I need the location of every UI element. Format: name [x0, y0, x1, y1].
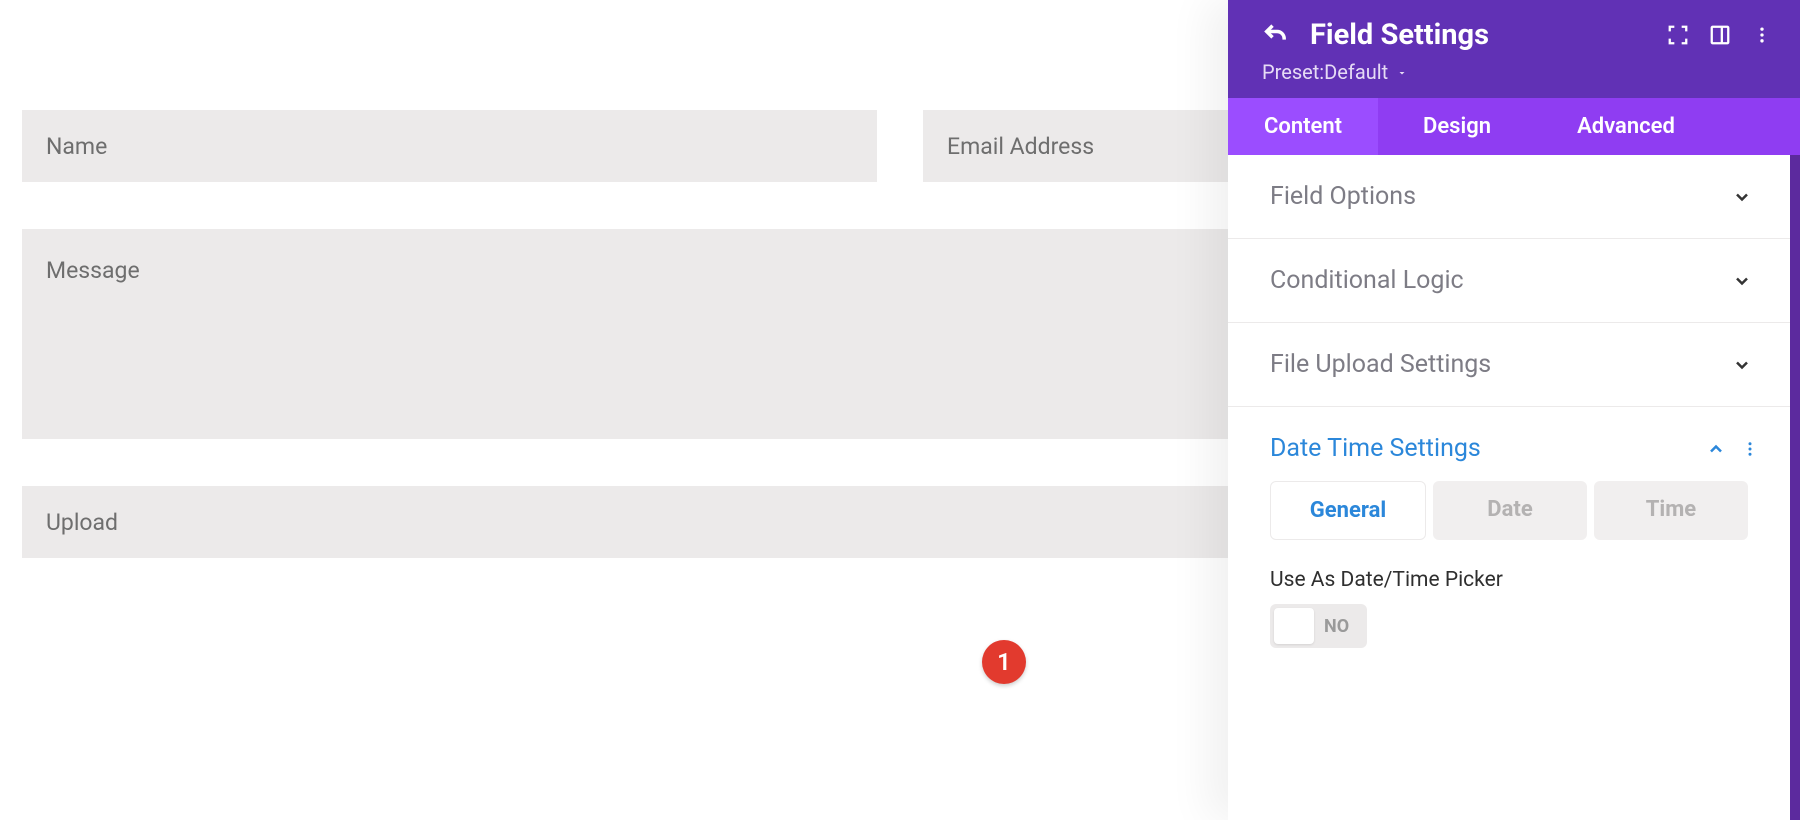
email-placeholder: Email Address [947, 133, 1094, 160]
undo-icon[interactable] [1262, 21, 1290, 49]
toggle-state-label: NO [1314, 616, 1363, 637]
settings-panel: Field Settings Preset: Default [1228, 0, 1800, 820]
annotation-marker-1: 1 [982, 640, 1026, 684]
chevron-down-icon [1732, 355, 1752, 375]
section-label-field-options: Field Options [1270, 182, 1416, 211]
chevron-down-icon [1732, 187, 1752, 207]
subtab-date[interactable]: Date [1433, 481, 1587, 540]
section-label-file-upload: File Upload Settings [1270, 350, 1491, 379]
chevron-up-icon [1706, 439, 1726, 459]
expand-icon[interactable] [1664, 21, 1692, 49]
panel-title: Field Settings [1310, 18, 1650, 52]
message-placeholder: Message [46, 257, 140, 284]
preset-selector[interactable]: Preset: Default [1262, 60, 1776, 84]
section-field-options[interactable]: Field Options [1228, 155, 1790, 239]
caret-down-icon [1396, 60, 1408, 84]
section-label-conditional-logic: Conditional Logic [1270, 266, 1464, 295]
preset-value: Default [1324, 60, 1388, 84]
more-icon[interactable] [1748, 21, 1776, 49]
panel-body: Field Options Conditional Logic File Upl… [1228, 155, 1800, 820]
name-placeholder: Name [46, 133, 107, 160]
panel-header: Field Settings Preset: Default [1228, 0, 1800, 98]
chevron-down-icon [1732, 271, 1752, 291]
subtab-general[interactable]: General [1270, 481, 1426, 540]
tab-advanced[interactable]: Advanced [1536, 98, 1716, 155]
datetime-subtabs: General Date Time [1228, 481, 1790, 562]
tabs: Content Design Advanced [1228, 98, 1800, 155]
marker-number: 1 [997, 648, 1011, 676]
tab-design[interactable]: Design [1378, 98, 1536, 155]
section-more-icon[interactable] [1740, 439, 1760, 459]
section-file-upload-settings[interactable]: File Upload Settings [1228, 323, 1790, 407]
section-conditional-logic[interactable]: Conditional Logic [1228, 239, 1790, 323]
section-date-time-settings[interactable]: Date Time Settings [1228, 407, 1790, 481]
preset-prefix: Preset: [1262, 60, 1324, 84]
section-label-datetime: Date Time Settings [1270, 434, 1481, 463]
panel-header-top: Field Settings [1262, 18, 1776, 52]
option-label: Use As Date/Time Picker [1270, 568, 1748, 592]
option-use-as-datetime: Use As Date/Time Picker NO [1228, 562, 1790, 654]
tab-content[interactable]: Content [1228, 98, 1378, 155]
layout-icon[interactable] [1706, 21, 1734, 49]
name-input[interactable]: Name [22, 110, 877, 182]
upload-placeholder: Upload [46, 509, 118, 536]
datetime-toggle[interactable]: NO [1270, 604, 1367, 648]
subtab-time[interactable]: Time [1594, 481, 1748, 540]
toggle-knob [1274, 608, 1314, 644]
